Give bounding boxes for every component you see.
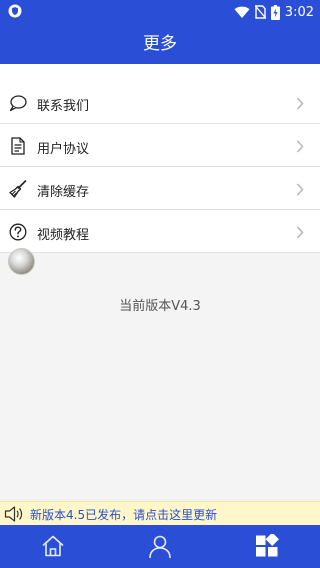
user-icon: [149, 535, 171, 558]
menu-item-video-tutorial[interactable]: 视频教程: [0, 210, 320, 253]
menu-item-label: 联系我们: [37, 99, 90, 114]
tab-profile[interactable]: [107, 525, 213, 568]
wifi-icon: [234, 6, 250, 18]
status-time: 3:02: [284, 4, 314, 20]
settings-menu: 联系我们 用户协议 清除缓存 视频教程: [0, 64, 320, 253]
no-sim-icon: [254, 5, 266, 19]
speaker-icon: [4, 506, 23, 522]
tab-more[interactable]: [214, 525, 320, 568]
chevron-right-icon: [296, 226, 304, 239]
status-bar: 3:02: [0, 0, 320, 24]
update-banner-text: 新版本4.5已发布，请点击这里更新: [30, 508, 218, 522]
battery-charging-icon: [270, 4, 280, 20]
chat-bubble-icon: [9, 95, 27, 112]
menu-item-clear-cache[interactable]: 清除缓存: [0, 167, 320, 210]
menu-item-contact-us[interactable]: 联系我们: [0, 64, 320, 124]
menu-item-label: 清除缓存: [37, 185, 90, 200]
apps-icon: [256, 534, 279, 557]
tab-home[interactable]: [0, 525, 106, 568]
page-title: 更多: [0, 24, 320, 64]
menu-item-label: 用户协议: [37, 142, 90, 157]
menu-item-user-agreement[interactable]: 用户协议: [0, 124, 320, 167]
help-circle-icon: [9, 223, 27, 241]
chevron-right-icon: [296, 140, 304, 153]
bottom-tab-bar: [0, 525, 320, 568]
floating-avatar-button[interactable]: [8, 248, 35, 275]
document-icon: [11, 137, 25, 155]
chevron-right-icon: [296, 97, 304, 110]
chevron-right-icon: [296, 183, 304, 196]
current-version-text: 当前版本V4.3: [119, 299, 201, 314]
shield-app-icon: [8, 4, 22, 18]
broom-icon: [9, 180, 27, 198]
update-banner[interactable]: 新版本4.5已发布，请点击这里更新: [0, 501, 320, 525]
home-icon: [42, 535, 64, 557]
menu-item-label: 视频教程: [37, 228, 90, 243]
